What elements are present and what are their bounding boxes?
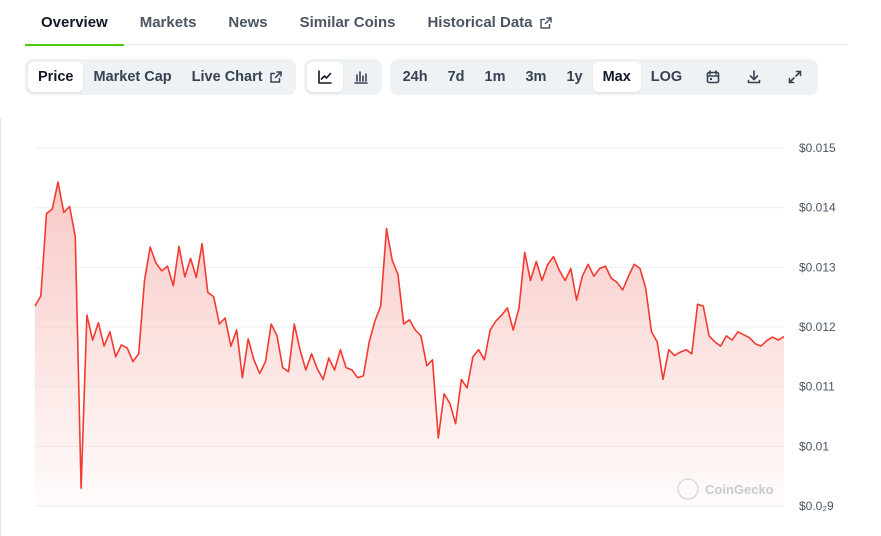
range-1m-button[interactable]: 1m [475, 62, 516, 92]
external-link-icon [263, 70, 283, 84]
watermark-text: CoinGecko [705, 482, 774, 497]
external-link-icon [533, 16, 553, 30]
button-label: Price [38, 69, 74, 85]
calendar-icon[interactable] [692, 62, 733, 92]
metric-toggle-group: Price Market Cap Live Chart [25, 59, 296, 95]
expand-icon[interactable] [774, 62, 815, 92]
range-max-button[interactable]: Max [592, 62, 641, 92]
range-24h-button[interactable]: 24h [393, 62, 438, 92]
line-chart-icon[interactable] [306, 62, 343, 92]
y-tick-label: $0.015 [799, 141, 836, 155]
tab-overview[interactable]: Overview [25, 0, 124, 46]
tab-historical-data[interactable]: Historical Data [411, 0, 568, 45]
y-tick-label: $0.011 [799, 380, 835, 394]
y-tick-label: $0.014 [799, 201, 836, 215]
tab-label: Overview [41, 14, 108, 31]
candlestick-chart-icon[interactable] [343, 62, 379, 92]
y-tick-label: $0.012 [799, 320, 836, 334]
download-icon[interactable] [733, 62, 774, 92]
chart-style-group [303, 59, 382, 95]
y-tick-label: $0.013 [799, 260, 836, 274]
range-1y-button[interactable]: 1y [556, 62, 592, 92]
price-chart-svg: $0.015 $0.014 $0.013 $0.012 $0.011 $0.01 $0.0₂… [34, 141, 836, 513]
price-chart[interactable]: $0.015 $0.014 $0.013 $0.012 $0.011 $0.01 $0.0₂… [0, 118, 881, 536]
tab-label: News [228, 14, 268, 31]
chart-toolbar: Price Market Cap Live Chart 24h 7d 1m 3m 1y Max… [25, 59, 819, 95]
live-chart-button[interactable]: Live Chart [182, 62, 293, 92]
range-group: 24h 7d 1m 3m 1y Max LOG [389, 59, 819, 95]
price-button[interactable]: Price [28, 62, 84, 92]
range-3m-button[interactable]: 3m [515, 62, 556, 92]
y-tick-label: $0.01 [799, 439, 829, 453]
tab-news[interactable]: News [212, 0, 283, 45]
button-label: Market Cap [93, 69, 172, 85]
y-tick-label: $0.0₂9 [799, 499, 834, 513]
tab-label: Historical Data [427, 14, 533, 31]
tab-bar: Overview Markets News Similar Coins Historic… [25, 0, 848, 46]
price-area [35, 182, 784, 506]
range-log-button[interactable]: LOG [641, 62, 692, 92]
tab-similar-coins[interactable]: Similar Coins [284, 0, 412, 45]
market-cap-button[interactable]: Market Cap [83, 62, 181, 92]
tab-label: Markets [139, 14, 197, 31]
range-7d-button[interactable]: 7d [438, 62, 475, 92]
tab-label: Similar Coins [299, 14, 396, 31]
button-label: Live Chart [191, 69, 263, 85]
tab-markets[interactable]: Markets [124, 0, 213, 45]
